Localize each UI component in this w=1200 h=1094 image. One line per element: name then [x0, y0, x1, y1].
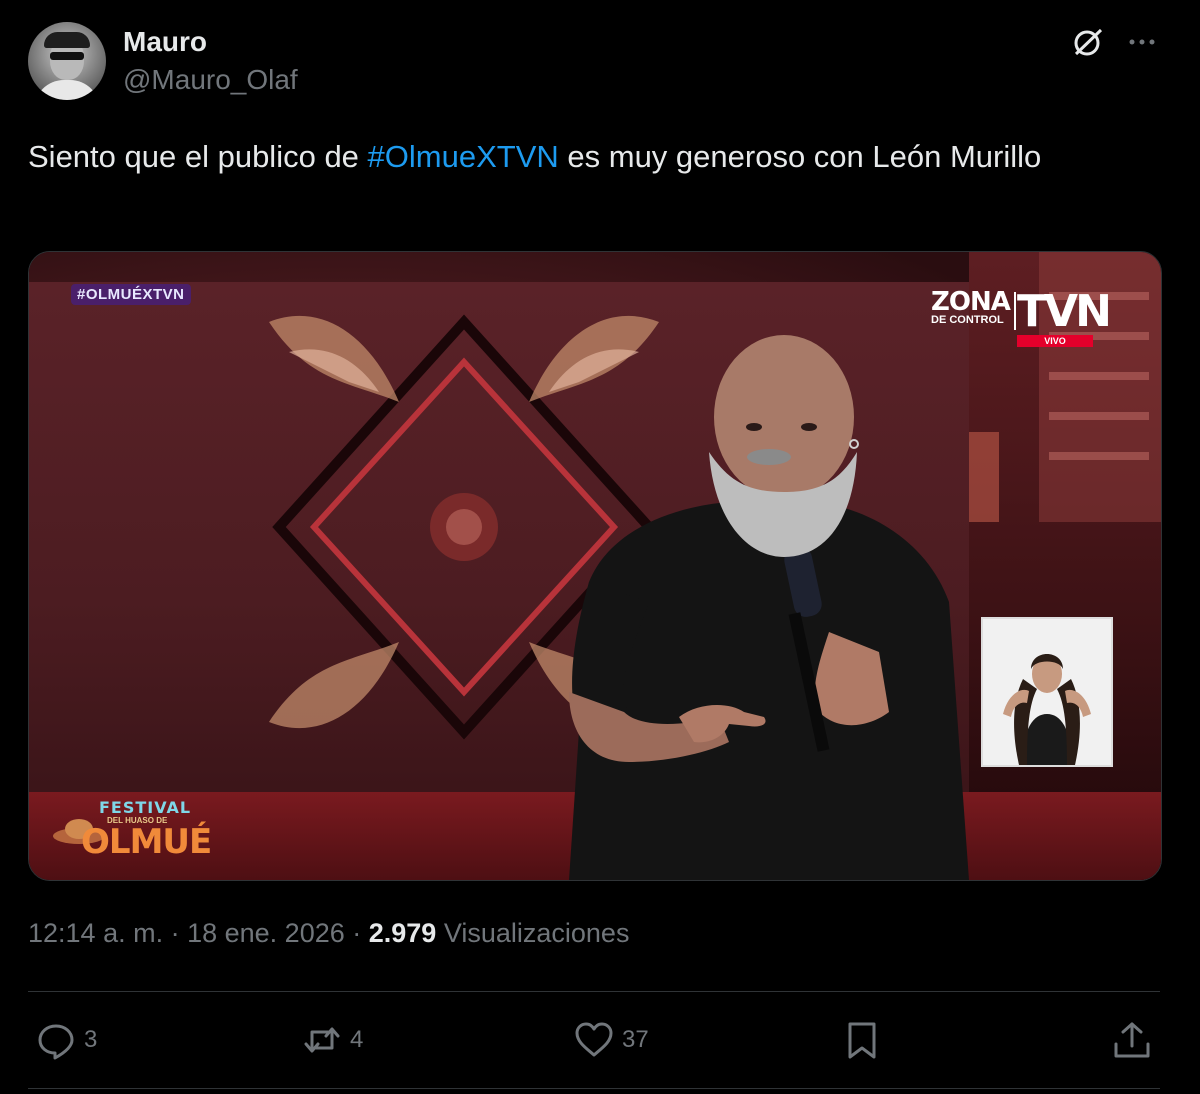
performer — [569, 335, 969, 880]
reply-icon — [38, 1024, 74, 1060]
zona-logo-line2: DE CONTROL — [931, 314, 1004, 326]
sign-language-interpreter — [981, 617, 1113, 767]
festival-line3: OLMUÉ — [81, 822, 212, 862]
reply-count: 3 — [84, 1026, 98, 1053]
zona-logo-line1: ZONA — [931, 287, 1011, 317]
share-icon — [1114, 1022, 1150, 1058]
tweet-time[interactable]: 12:14 a. m. — [28, 918, 163, 948]
hashtag-link[interactable]: #OlmueXTVN — [368, 139, 559, 174]
avatar-glasses — [50, 52, 84, 60]
author-handle[interactable]: @Mauro_Olaf — [123, 64, 298, 96]
tweet-text-before: Siento que el publico de — [28, 139, 368, 174]
tweet-media-image[interactable]: #OLMUÉXTVN ZONA DE CONTROL TVN VIVO FEST… — [28, 251, 1162, 881]
avatar[interactable] — [28, 22, 106, 100]
divider — [28, 1088, 1160, 1089]
tweet-text: Siento que el publico de #OlmueXTVN es m… — [28, 133, 1158, 180]
avatar-shirt — [34, 80, 100, 100]
bookmark-button[interactable] — [842, 1018, 882, 1062]
festival-olmue-logo: FESTIVAL DEL HUASO DE OLMUÉ — [51, 796, 212, 864]
reply-button[interactable]: 3 — [36, 1018, 97, 1062]
author-name[interactable]: Mauro — [123, 26, 207, 58]
bookmark-icon — [848, 1022, 876, 1059]
views-label: Visualizaciones — [436, 918, 630, 948]
like-icon — [575, 1022, 613, 1057]
divider — [28, 991, 1160, 992]
festival-line1: FESTIVAL — [99, 798, 192, 817]
tweet-meta: 12:14 a. m. · 18 ene. 2026 · 2.979 Visua… — [28, 918, 629, 949]
media-hashtag-overlay: #OLMUÉXTVN — [71, 284, 191, 305]
meta-separator: · — [344, 918, 369, 948]
meta-separator: · — [163, 918, 188, 948]
like-count: 37 — [622, 1026, 649, 1053]
tweet-date[interactable]: 18 ene. 2026 — [187, 918, 345, 948]
grok-icon[interactable] — [1070, 24, 1106, 60]
repost-count: 4 — [350, 1026, 364, 1053]
tvn-logo: TVN — [1017, 286, 1112, 337]
repost-icon — [304, 1027, 340, 1053]
like-button[interactable]: 37 — [574, 1018, 649, 1062]
repost-button[interactable]: 4 — [302, 1018, 363, 1062]
zona-de-control-logo: ZONA DE CONTROL — [931, 287, 1011, 326]
views-count: 2.979 — [368, 918, 437, 948]
share-button[interactable] — [1112, 1018, 1152, 1062]
avatar-cap — [44, 32, 90, 48]
live-badge: VIVO — [1017, 335, 1093, 347]
more-icon[interactable] — [1124, 24, 1160, 60]
tweet-text-after: es muy generoso con León Murillo — [558, 139, 1042, 174]
logo-separator — [1014, 292, 1016, 330]
